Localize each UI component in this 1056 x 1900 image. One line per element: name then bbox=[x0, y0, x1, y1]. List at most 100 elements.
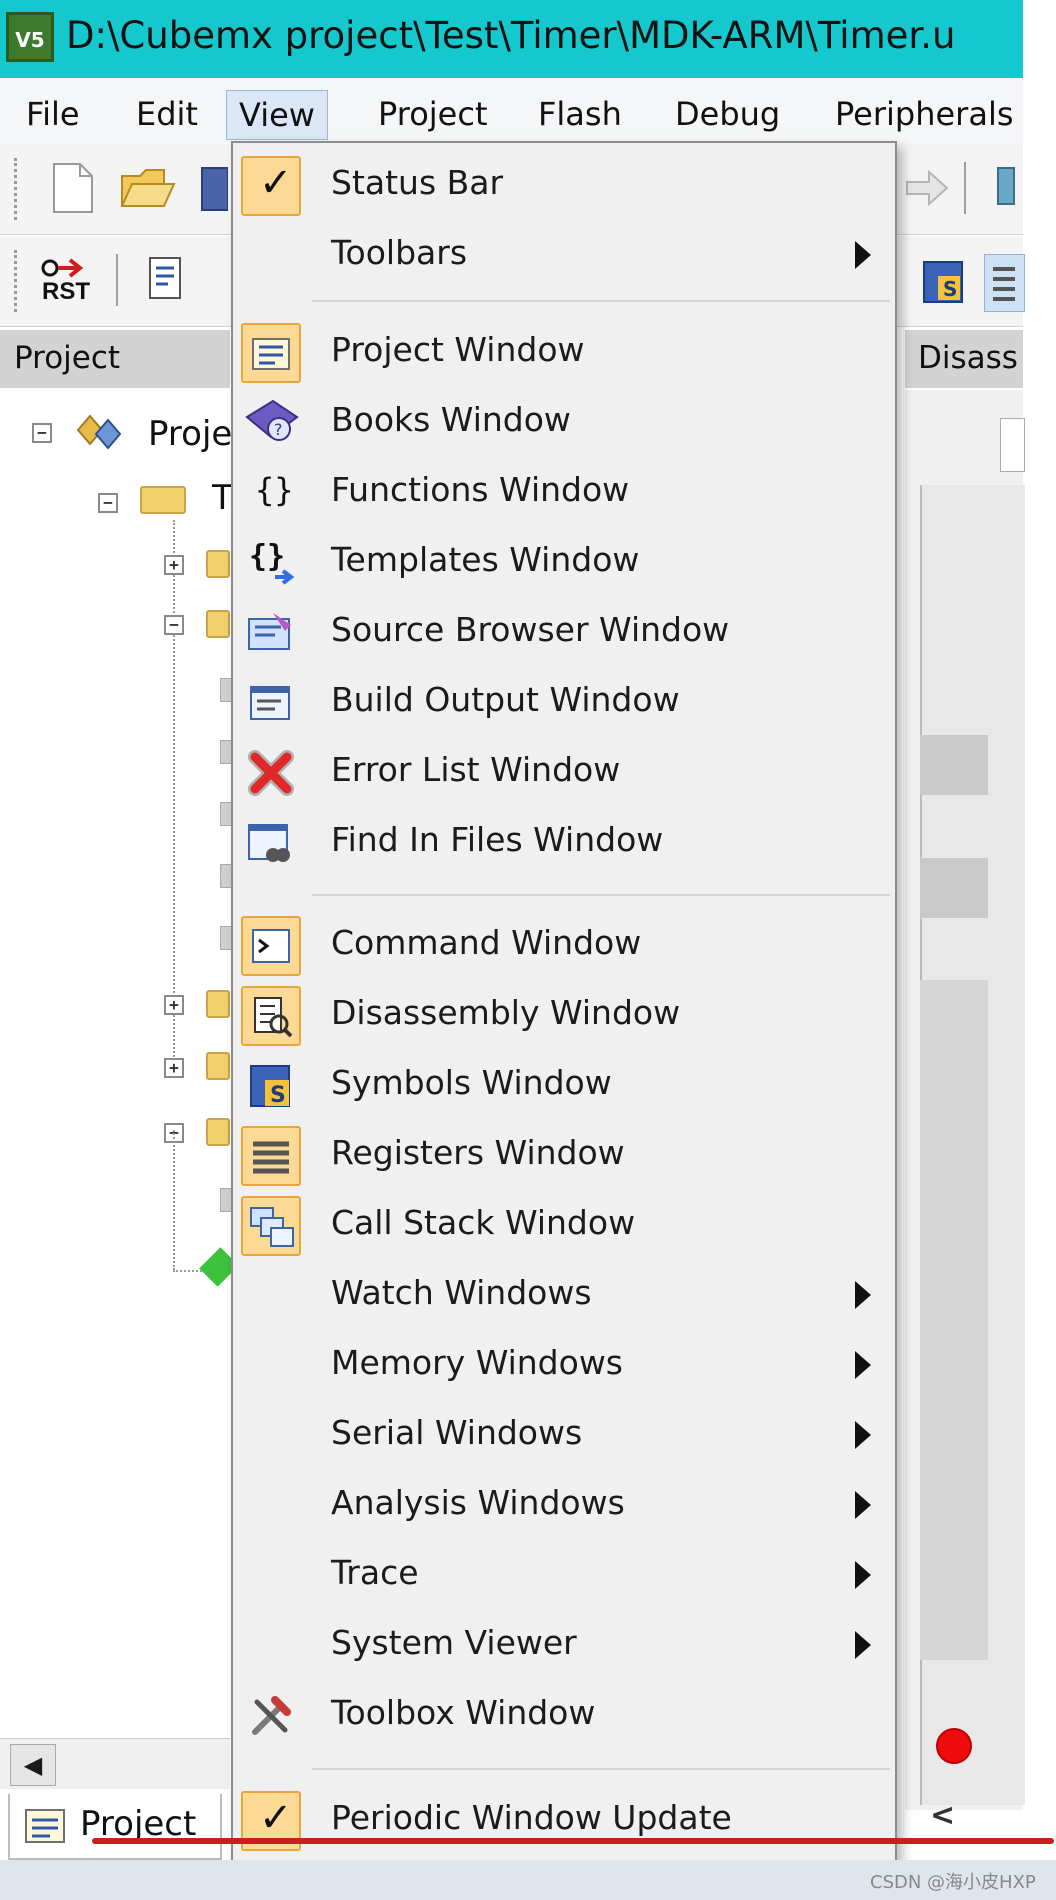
tree-expand-toggle[interactable]: + bbox=[164, 555, 184, 575]
menu-debug[interactable]: Debug bbox=[663, 90, 792, 138]
templates-icon: {} bbox=[241, 533, 301, 593]
group-folder-icon bbox=[206, 1118, 230, 1146]
braces-icon: {} bbox=[255, 471, 294, 509]
menu-item-books-window[interactable]: ? Books Window bbox=[233, 388, 893, 458]
menu-item-memory-windows[interactable]: Memory Windows bbox=[233, 1331, 893, 1401]
svg-text:?: ? bbox=[274, 420, 283, 439]
reset-button[interactable]: RST bbox=[40, 254, 98, 312]
toolbar-separator bbox=[964, 162, 966, 214]
target-folder-icon bbox=[140, 486, 186, 514]
build-output-icon bbox=[241, 673, 301, 733]
tree-root-label[interactable]: Proje bbox=[148, 414, 232, 454]
disassembly-band bbox=[920, 980, 988, 1660]
tree-expand-toggle[interactable]: + bbox=[164, 995, 184, 1015]
disassembly-tab[interactable] bbox=[1000, 418, 1025, 472]
error-x-icon bbox=[241, 743, 301, 803]
disassembly-band bbox=[920, 858, 988, 918]
submenu-arrow-icon bbox=[855, 1561, 871, 1589]
symbols-icon: S bbox=[241, 1056, 301, 1116]
menu-item-toolbars[interactable]: Toolbars bbox=[233, 221, 893, 291]
menu-item-command-window[interactable]: Command Window bbox=[233, 911, 893, 981]
call-stack-icon bbox=[241, 1196, 301, 1256]
menu-item-periodic-window-update[interactable]: ✓ Periodic Window Update bbox=[233, 1786, 893, 1856]
tree-collapse-toggle[interactable]: − bbox=[98, 493, 118, 513]
menu-item-disassembly-window[interactable]: Disassembly Window bbox=[233, 981, 893, 1051]
menu-project[interactable]: Project bbox=[366, 90, 499, 138]
menu-separator bbox=[312, 1768, 890, 1770]
target-icon[interactable] bbox=[992, 164, 1023, 212]
menu-item-analysis-windows[interactable]: Analysis Windows bbox=[233, 1471, 893, 1541]
menu-item-trace[interactable]: Trace bbox=[233, 1541, 893, 1611]
annotation-underline bbox=[92, 1838, 1054, 1844]
command-prompt-icon bbox=[241, 916, 301, 976]
menu-item-source-browser-window[interactable]: Source Browser Window bbox=[233, 598, 893, 668]
menu-item-serial-windows[interactable]: Serial Windows bbox=[233, 1401, 893, 1471]
project-window-icon bbox=[241, 323, 301, 383]
svg-text:S: S bbox=[943, 277, 957, 301]
tree-collapse-toggle[interactable]: − bbox=[32, 423, 52, 443]
menu-item-build-output-window[interactable]: Build Output Window bbox=[233, 668, 893, 738]
registers-icon bbox=[241, 1126, 301, 1186]
menu-item-functions-window[interactable]: {} Functions Window bbox=[233, 458, 893, 528]
submenu-arrow-icon bbox=[855, 1491, 871, 1519]
tree-line bbox=[173, 520, 175, 1060]
submenu-arrow-icon bbox=[855, 1351, 871, 1379]
breakpoint-marker[interactable] bbox=[936, 1728, 972, 1764]
step-icon[interactable] bbox=[146, 256, 190, 304]
disassembly-pane-title: Disass bbox=[918, 340, 1018, 376]
menu-item-templates-window[interactable]: {} Templates Window bbox=[233, 528, 893, 598]
find-in-files-icon bbox=[241, 813, 301, 873]
tree-line bbox=[173, 1130, 175, 1270]
window-title: D:\Cubemx project\Test\Timer\MDK-ARM\Tim… bbox=[66, 14, 956, 57]
group-folder-icon bbox=[206, 990, 230, 1018]
menu-item-find-in-files-window[interactable]: Find In Files Window bbox=[233, 808, 893, 878]
submenu-arrow-icon bbox=[855, 1421, 871, 1449]
tree-target-label[interactable]: T bbox=[212, 478, 233, 518]
scroll-left-button[interactable]: ◀ bbox=[10, 1744, 56, 1786]
menu-separator bbox=[312, 300, 890, 302]
menu-item-toolbox-window[interactable]: Toolbox Window bbox=[233, 1681, 893, 1751]
symbols-toolbar-icon[interactable]: S bbox=[922, 260, 964, 304]
menu-item-error-list-window[interactable]: Error List Window bbox=[233, 738, 893, 808]
menu-file[interactable]: File bbox=[14, 90, 92, 138]
menu-flash[interactable]: Flash bbox=[526, 90, 634, 138]
menu-view[interactable]: View bbox=[226, 90, 328, 140]
project-tab-icon bbox=[25, 1809, 65, 1843]
project-root-icon bbox=[76, 414, 122, 450]
project-pane-title: Project bbox=[14, 340, 121, 376]
toolbar-grip[interactable] bbox=[14, 158, 21, 220]
checkmark-icon: ✓ bbox=[241, 156, 301, 216]
menu-item-registers-window[interactable]: Registers Window bbox=[233, 1121, 893, 1191]
books-icon: ? bbox=[241, 393, 301, 453]
registers-toolbar-button[interactable] bbox=[984, 254, 1025, 312]
menu-item-status-bar[interactable]: ✓ Status Bar bbox=[233, 151, 893, 221]
group-folder-icon bbox=[206, 1052, 230, 1080]
menu-item-system-viewer[interactable]: System Viewer bbox=[233, 1611, 893, 1681]
menu-item-symbols-window[interactable]: S Symbols Window bbox=[233, 1051, 893, 1121]
scroll-left-arrow-icon[interactable]: < bbox=[930, 1798, 955, 1833]
menu-item-project-window[interactable]: Project Window bbox=[233, 318, 893, 388]
menu-peripherals[interactable]: Peripherals bbox=[823, 90, 1026, 138]
open-folder-icon[interactable] bbox=[120, 166, 176, 212]
reset-label: RST bbox=[42, 278, 90, 305]
tree-expand-toggle[interactable]: + bbox=[164, 1058, 184, 1078]
group-folder-icon bbox=[206, 610, 230, 638]
tree-collapse-toggle[interactable]: − bbox=[164, 615, 184, 635]
uvision-icon: V5 bbox=[6, 12, 54, 62]
new-file-icon[interactable] bbox=[48, 162, 96, 214]
menu-separator bbox=[312, 894, 890, 896]
menu-item-call-stack-window[interactable]: Call Stack Window bbox=[233, 1191, 893, 1261]
toolbar-separator bbox=[116, 254, 118, 306]
source-browser-icon bbox=[241, 603, 301, 663]
save-icon[interactable] bbox=[200, 166, 228, 212]
navigate-forward-icon[interactable] bbox=[905, 168, 949, 208]
registers-icon bbox=[993, 267, 1015, 301]
menu-item-watch-windows[interactable]: Watch Windows bbox=[233, 1261, 893, 1331]
disassembly-icon bbox=[241, 986, 301, 1046]
toolbar-grip[interactable] bbox=[14, 250, 21, 312]
watermark: CSDN @海小皮HXP bbox=[870, 1872, 1036, 1893]
group-folder-icon bbox=[206, 550, 230, 578]
toolbox-icon bbox=[241, 1686, 301, 1746]
menu-edit[interactable]: Edit bbox=[124, 90, 210, 138]
submenu-arrow-icon bbox=[855, 1631, 871, 1659]
